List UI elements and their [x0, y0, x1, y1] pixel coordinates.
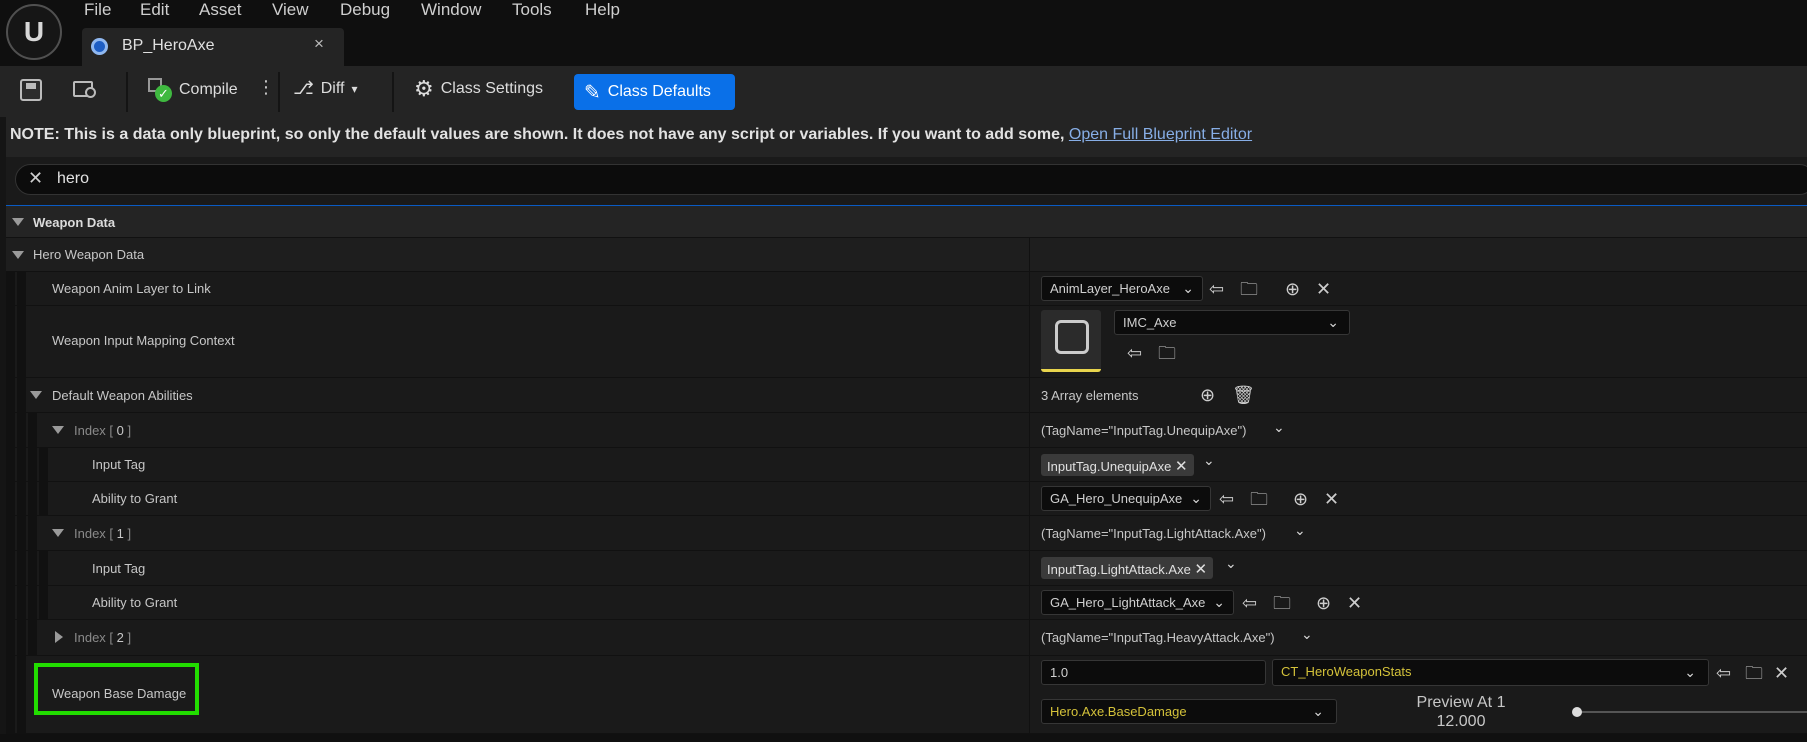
chevron-down-icon: ⌄ [1190, 490, 1202, 506]
edit-icon: ✎ [584, 81, 601, 104]
preview-slider-handle[interactable] [1572, 707, 1582, 717]
remove-tag-icon[interactable]: ✕ [1194, 561, 1207, 578]
diff-button[interactable]: ⎇ Diff ▾ [293, 78, 358, 99]
base-damage-input[interactable]: 1.0 [1041, 660, 1266, 685]
use-selected-icon[interactable]: ⇦ [1242, 594, 1257, 612]
prop-input-tag-1: Input Tag InputTag.LightAttack.Axe ✕ ⌄ [6, 551, 1807, 586]
prop-default-weapon-abilities[interactable]: Default Weapon Abilities 3 Array element… [6, 378, 1807, 413]
trash-icon[interactable]: 🗑 [1232, 386, 1255, 404]
browse-icon[interactable] [73, 78, 99, 102]
clear-icon[interactable]: ✕ [1347, 594, 1362, 612]
remove-tag-icon[interactable]: ✕ [1175, 458, 1188, 475]
chevron-down-icon: ⌄ [1312, 703, 1324, 719]
chevron-down-icon: ⌄ [1213, 594, 1225, 610]
ability-dropdown[interactable]: GA_Hero_LightAttack_Axe ⌄ [1041, 590, 1234, 615]
prop-weapon-base-damage: Weapon Base Damage 1.0 CT_HeroWeaponStat… [6, 656, 1807, 734]
class-defaults-button[interactable]: ✎ Class Defaults [574, 74, 735, 110]
browse-icon[interactable]: 🗀 [1273, 594, 1291, 612]
asset-tab[interactable]: BP_HeroAxe × [82, 28, 344, 66]
data-only-note: NOTE: This is a data only blueprint, so … [6, 117, 1807, 157]
expand-arrow-icon[interactable] [12, 218, 24, 226]
use-selected-icon[interactable]: ⇦ [1209, 280, 1224, 298]
use-selected-icon[interactable]: ⇦ [1219, 490, 1234, 508]
add-element-icon[interactable]: ⊕ [1200, 386, 1215, 404]
prop-input-tag-0: Input Tag InputTag.UnequipAxe ✕ ⌄ [6, 448, 1807, 482]
chevron-down-icon[interactable]: ⌄ [1273, 419, 1285, 436]
clear-search-icon[interactable]: ✕ [28, 168, 43, 189]
menu-tools[interactable]: Tools [512, 0, 552, 22]
gear-icon: ⚙ [414, 76, 434, 101]
add-icon[interactable]: ⊕ [1316, 594, 1331, 612]
preview-value: 12.000 [1436, 713, 1486, 730]
chevron-down-icon[interactable]: ⌄ [1203, 452, 1215, 469]
add-icon[interactable]: ⊕ [1285, 280, 1300, 298]
search-value: hero [57, 170, 90, 187]
clear-icon[interactable]: ✕ [1324, 490, 1339, 508]
gameplay-tag-chip[interactable]: InputTag.UnequipAxe ✕ [1041, 454, 1194, 476]
expand-arrow-icon[interactable] [52, 529, 64, 537]
prop-ability-1: Ability to Grant GA_Hero_LightAttack_Axe… [6, 586, 1807, 620]
collapse-arrow-icon[interactable] [55, 631, 63, 643]
save-icon[interactable] [20, 79, 42, 101]
array-index-1[interactable]: Index [ 1 ] (TagName="InputTag.LightAtta… [6, 516, 1807, 551]
preview-label: Preview At 1 [1416, 694, 1506, 711]
menu-help[interactable]: Help [585, 0, 620, 22]
expand-arrow-icon[interactable] [12, 251, 24, 259]
open-full-editor-link[interactable]: Open Full Blueprint Editor [1069, 126, 1252, 143]
input-mapping-dropdown[interactable]: IMC_Axe ⌄ [1114, 310, 1350, 335]
close-icon[interactable]: × [314, 34, 324, 54]
class-settings-button[interactable]: ⚙ Class Settings [414, 78, 543, 100]
diff-icon: ⎇ [293, 78, 314, 98]
category-weapon-data[interactable]: Weapon Data [6, 205, 1807, 238]
search-input[interactable]: ✕ hero [15, 164, 1807, 195]
preview-slider[interactable] [1576, 711, 1807, 713]
clear-icon[interactable]: ✕ [1774, 664, 1789, 682]
menu-file[interactable]: File [84, 0, 111, 22]
ability-dropdown[interactable]: GA_Hero_UnequipAxe ⌄ [1041, 486, 1211, 511]
expand-arrow-icon[interactable] [30, 391, 42, 399]
prop-weapon-anim-layer: Weapon Anim Layer to Link AnimLayer_Hero… [6, 272, 1807, 306]
blueprint-icon [91, 38, 108, 55]
category-hero-weapon-data[interactable]: Hero Weapon Data [6, 238, 1807, 272]
menu-asset[interactable]: Asset [199, 0, 242, 22]
title-bar: U File Edit Asset View Debug Window Tool… [0, 0, 1807, 66]
menu-window[interactable]: Window [421, 0, 481, 22]
compile-check-icon: ✓ [148, 78, 172, 102]
input-mapping-thumbnail-icon[interactable] [1041, 310, 1101, 372]
unreal-logo-icon[interactable]: U [6, 4, 62, 60]
chevron-down-icon: ⌄ [1182, 280, 1194, 296]
array-index-0[interactable]: Index [ 0 ] (TagName="InputTag.UnequipAx… [6, 413, 1807, 448]
search-row: ✕ hero [6, 157, 1807, 205]
chevron-down-icon: ⌄ [1684, 664, 1696, 680]
chevron-down-icon[interactable]: ⌄ [1301, 626, 1313, 643]
browse-icon[interactable]: 🗀 [1745, 664, 1763, 682]
toolbar: ✓ Compile ⋮ ⎇ Diff ▾ ⚙ Class Settings ✎ … [0, 66, 1807, 117]
menu-edit[interactable]: Edit [140, 0, 169, 22]
compile-button[interactable]: ✓ Compile [148, 78, 238, 102]
add-icon[interactable]: ⊕ [1293, 490, 1308, 508]
array-index-2[interactable]: Index [ 2 ] (TagName="InputTag.HeavyAtta… [6, 620, 1807, 656]
anim-layer-dropdown[interactable]: AnimLayer_HeroAxe ⌄ [1041, 276, 1203, 301]
chevron-down-icon: ▾ [351, 81, 358, 96]
tab-title: BP_HeroAxe [122, 37, 215, 54]
chevron-down-icon: ⌄ [1327, 314, 1339, 330]
browse-icon[interactable]: 🗀 [1240, 280, 1258, 298]
browse-icon[interactable]: 🗀 [1158, 344, 1176, 362]
curve-row-dropdown[interactable]: Hero.Axe.BaseDamage ⌄ [1041, 699, 1337, 724]
clear-icon[interactable]: ✕ [1316, 280, 1331, 298]
use-selected-icon[interactable]: ⇦ [1127, 344, 1142, 362]
prop-ability-0: Ability to Grant GA_Hero_UnequipAxe ⌄ ⇦ 🗀… [6, 482, 1807, 516]
note-text: NOTE: This is a data only blueprint, so … [10, 126, 1069, 143]
gameplay-tag-chip[interactable]: InputTag.LightAttack.Axe ✕ [1041, 557, 1214, 579]
menu-view[interactable]: View [272, 0, 309, 22]
browse-icon[interactable]: 🗀 [1250, 490, 1268, 508]
menu-debug[interactable]: Debug [340, 0, 390, 22]
chevron-down-icon[interactable]: ⌄ [1225, 555, 1237, 572]
compile-options-icon[interactable]: ⋮ [257, 77, 275, 98]
curve-table-dropdown[interactable]: CT_HeroWeaponStats ⌄ [1272, 659, 1709, 686]
use-selected-icon[interactable]: ⇦ [1716, 664, 1731, 682]
prop-weapon-input-mapping: Weapon Input Mapping Context IMC_Axe ⌄ ⇦ … [6, 306, 1807, 378]
expand-arrow-icon[interactable] [52, 426, 64, 434]
chevron-down-icon[interactable]: ⌄ [1294, 522, 1306, 539]
